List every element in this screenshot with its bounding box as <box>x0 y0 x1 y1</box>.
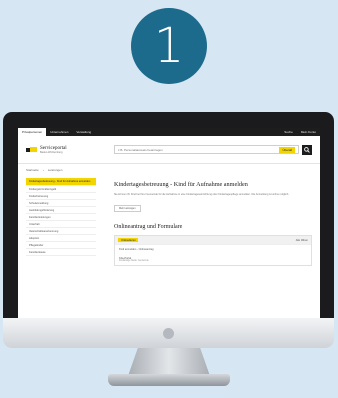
expand-all-link[interactable]: Alle öffnen <box>296 239 308 242</box>
sidebar-item[interactable]: Unterhalt <box>26 221 96 229</box>
sidebar-item[interactable]: Familienleistungen <box>26 214 96 222</box>
monitor-stand-base <box>108 374 230 386</box>
accordion-row[interactable]: Kind anmelden - Onlineantrag <box>115 244 311 254</box>
show-more-button[interactable]: Mehr anzeigen <box>114 205 141 213</box>
site-header: Serviceportal Baden-Württemberg Überall <box>18 136 320 164</box>
breadcrumb: Startseite › Leistungen <box>18 164 320 172</box>
page-title: Kindertagesbetreuung - Kind für Aufnahme… <box>114 181 248 188</box>
services-accordion: Onlinedienst Alle öffnen Kind anmelden -… <box>114 235 312 267</box>
breadcrumb-home[interactable]: Startseite <box>26 168 39 172</box>
monitor-stand-neck <box>128 348 210 376</box>
breadcrumb-services[interactable]: Leistungen <box>48 168 63 172</box>
monitor-logo <box>163 328 174 339</box>
logo-mark-icon <box>26 147 37 152</box>
sidebar-item[interactable]: Adoption <box>26 235 96 243</box>
online-service-badge: Onlinedienst <box>118 238 139 243</box>
sidebar-item[interactable]: Pflegekinder <box>26 242 96 250</box>
search-box: Überall <box>114 145 299 154</box>
sidebar-item[interactable]: Ausbildungsförderung <box>26 207 96 215</box>
search-scope-select[interactable]: Überall <box>279 146 295 153</box>
logo-text: Serviceportal Baden-Württemberg <box>40 146 67 154</box>
lead-text: Sie können Ihr Kind bei Ihrer Gemeinde f… <box>114 192 289 196</box>
search-input[interactable] <box>118 146 277 153</box>
page-body: Kindertagesbetreuung - Kind für Aufnahme… <box>18 172 320 267</box>
breadcrumb-separator: › <box>42 168 44 172</box>
tab-business[interactable]: Unternehmen <box>46 128 72 136</box>
section-title: Onlineantrag und Formulare <box>114 224 183 231</box>
site-logo[interactable]: Serviceportal Baden-Württemberg <box>26 146 106 154</box>
topnav-spacer <box>95 128 280 136</box>
tab-private[interactable]: Privatpersonen <box>18 128 47 136</box>
monitor-screen: Privatpersonen Unternehmen Verwaltung Su… <box>18 128 320 318</box>
accordion-subitem[interactable]: Kita-Portal Zuständige Stelle: Gemeinde <box>115 254 311 265</box>
top-navigation: Privatpersonen Unternehmen Verwaltung Su… <box>18 128 320 136</box>
sidebar-item[interactable]: Familienkasse <box>26 249 96 257</box>
sidebar-item[interactable]: Kindergeld & Elterngeld <box>26 186 96 194</box>
main-content: Kindertagesbetreuung - Kind für Aufnahme… <box>114 178 312 267</box>
accordion-header[interactable]: Onlinedienst Alle öffnen <box>115 236 311 245</box>
sidebar-item[interactable]: Schulanmeldung <box>26 200 96 208</box>
tab-administration[interactable]: Verwaltung <box>72 128 95 136</box>
sidebar-item[interactable]: Vaterschaftsanerkennung <box>26 228 96 236</box>
sidebar: Kindertagesbetreuung - Kind für Aufnahme… <box>26 178 96 266</box>
search-icon <box>304 146 310 153</box>
search-button[interactable] <box>302 144 312 155</box>
topnav-account-link[interactable]: Mein Konto <box>297 128 320 136</box>
topnav-search-link[interactable]: Suche <box>280 128 297 136</box>
sidebar-item[interactable]: Kinderbetreuung <box>26 193 96 201</box>
accordion-subitem-note: Zuständige Stelle: Gemeinde <box>119 260 149 263</box>
sidebar-item-active[interactable]: Kindertagesbetreuung - Kind für Aufnahme… <box>26 178 96 187</box>
step-number-badge: 1 <box>131 8 207 84</box>
logo-subtitle: Baden-Württemberg <box>40 150 63 154</box>
